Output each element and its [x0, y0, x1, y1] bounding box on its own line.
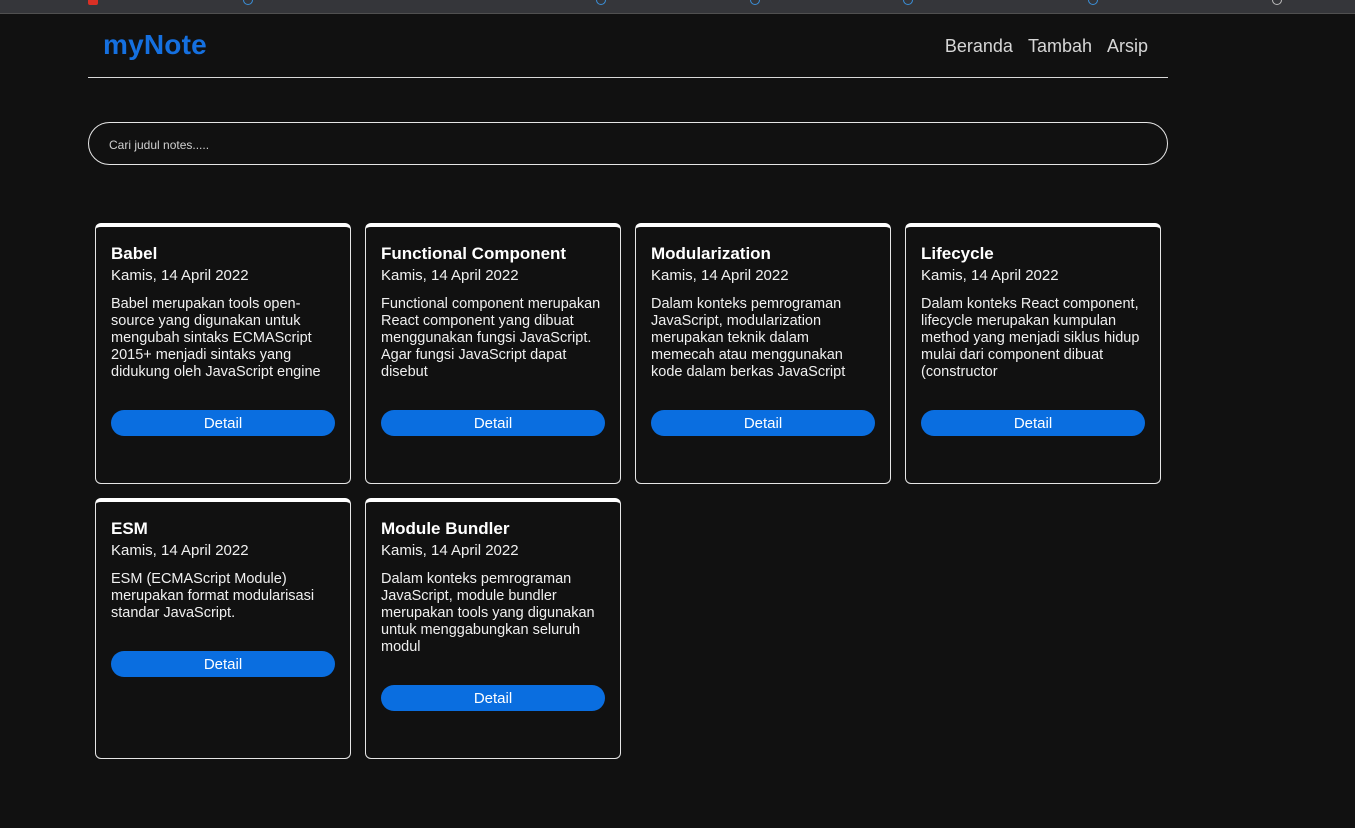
app-brand[interactable]: myNote [103, 29, 207, 61]
note-date: Kamis, 14 April 2022 [921, 267, 1059, 284]
nav-link-arsip[interactable]: Arsip [1107, 36, 1148, 57]
note-body: Dalam konteks React component, lifecycle… [921, 296, 1140, 380]
note-card: Modularization Kamis, 14 April 2022 Dala… [635, 223, 891, 484]
detail-button[interactable]: Detail [111, 651, 335, 677]
main-navigation: Beranda Tambah Arsip [945, 36, 1148, 57]
note-title: Lifecycle [921, 244, 994, 263]
note-body: Dalam konteks pemrograman JavaScript, mo… [381, 571, 595, 655]
note-body: Babel merupakan tools open-source yang d… [111, 296, 321, 380]
note-card: Module Bundler Kamis, 14 April 2022 Dala… [365, 498, 621, 759]
browser-bookmarks-strip [0, 0, 1355, 14]
note-date: Kamis, 14 April 2022 [111, 542, 249, 559]
note-date: Kamis, 14 April 2022 [111, 267, 249, 284]
detail-button[interactable]: Detail [111, 410, 335, 436]
note-title: ESM [111, 519, 148, 538]
bookmark-favicon-icon[interactable] [88, 0, 98, 5]
detail-button[interactable]: Detail [921, 410, 1145, 436]
note-body: Functional component merupakan React com… [381, 296, 601, 380]
note-card: Lifecycle Kamis, 14 April 2022 Dalam kon… [905, 223, 1161, 484]
note-body: Dalam konteks pemrograman JavaScript, mo… [651, 296, 846, 380]
bookmark-favicon-icon[interactable] [243, 0, 253, 5]
bookmark-favicon-icon[interactable] [1088, 0, 1098, 5]
bookmark-favicon-icon[interactable] [1272, 0, 1282, 5]
note-body: ESM (ECMAScript Module) merupakan format… [111, 571, 315, 621]
notes-grid: Babel Kamis, 14 April 2022 Babel merupak… [95, 223, 1165, 759]
note-card: Functional Component Kamis, 14 April 202… [365, 223, 621, 484]
note-title: Functional Component [381, 244, 567, 263]
detail-button[interactable]: Detail [651, 410, 875, 436]
note-title: Modularization [651, 244, 771, 263]
detail-button[interactable]: Detail [381, 685, 605, 711]
note-title: Module Bundler [381, 519, 510, 538]
note-card: ESM Kamis, 14 April 2022 ESM (ECMAScript… [95, 498, 351, 759]
note-card: Babel Kamis, 14 April 2022 Babel merupak… [95, 223, 351, 484]
note-date: Kamis, 14 April 2022 [381, 267, 519, 284]
search-bar [88, 122, 1168, 166]
note-date: Kamis, 14 April 2022 [381, 542, 519, 559]
bookmark-favicon-icon[interactable] [903, 0, 913, 5]
note-title: Babel [111, 244, 158, 263]
search-input[interactable] [107, 123, 1151, 166]
note-date: Kamis, 14 April 2022 [651, 267, 789, 284]
bookmark-favicon-icon[interactable] [596, 0, 606, 5]
bookmark-favicon-icon[interactable] [750, 0, 760, 5]
detail-button[interactable]: Detail [381, 410, 605, 436]
nav-link-beranda[interactable]: Beranda [945, 36, 1013, 57]
app-header: myNote Beranda Tambah Arsip [88, 14, 1168, 78]
nav-link-tambah[interactable]: Tambah [1028, 36, 1092, 57]
